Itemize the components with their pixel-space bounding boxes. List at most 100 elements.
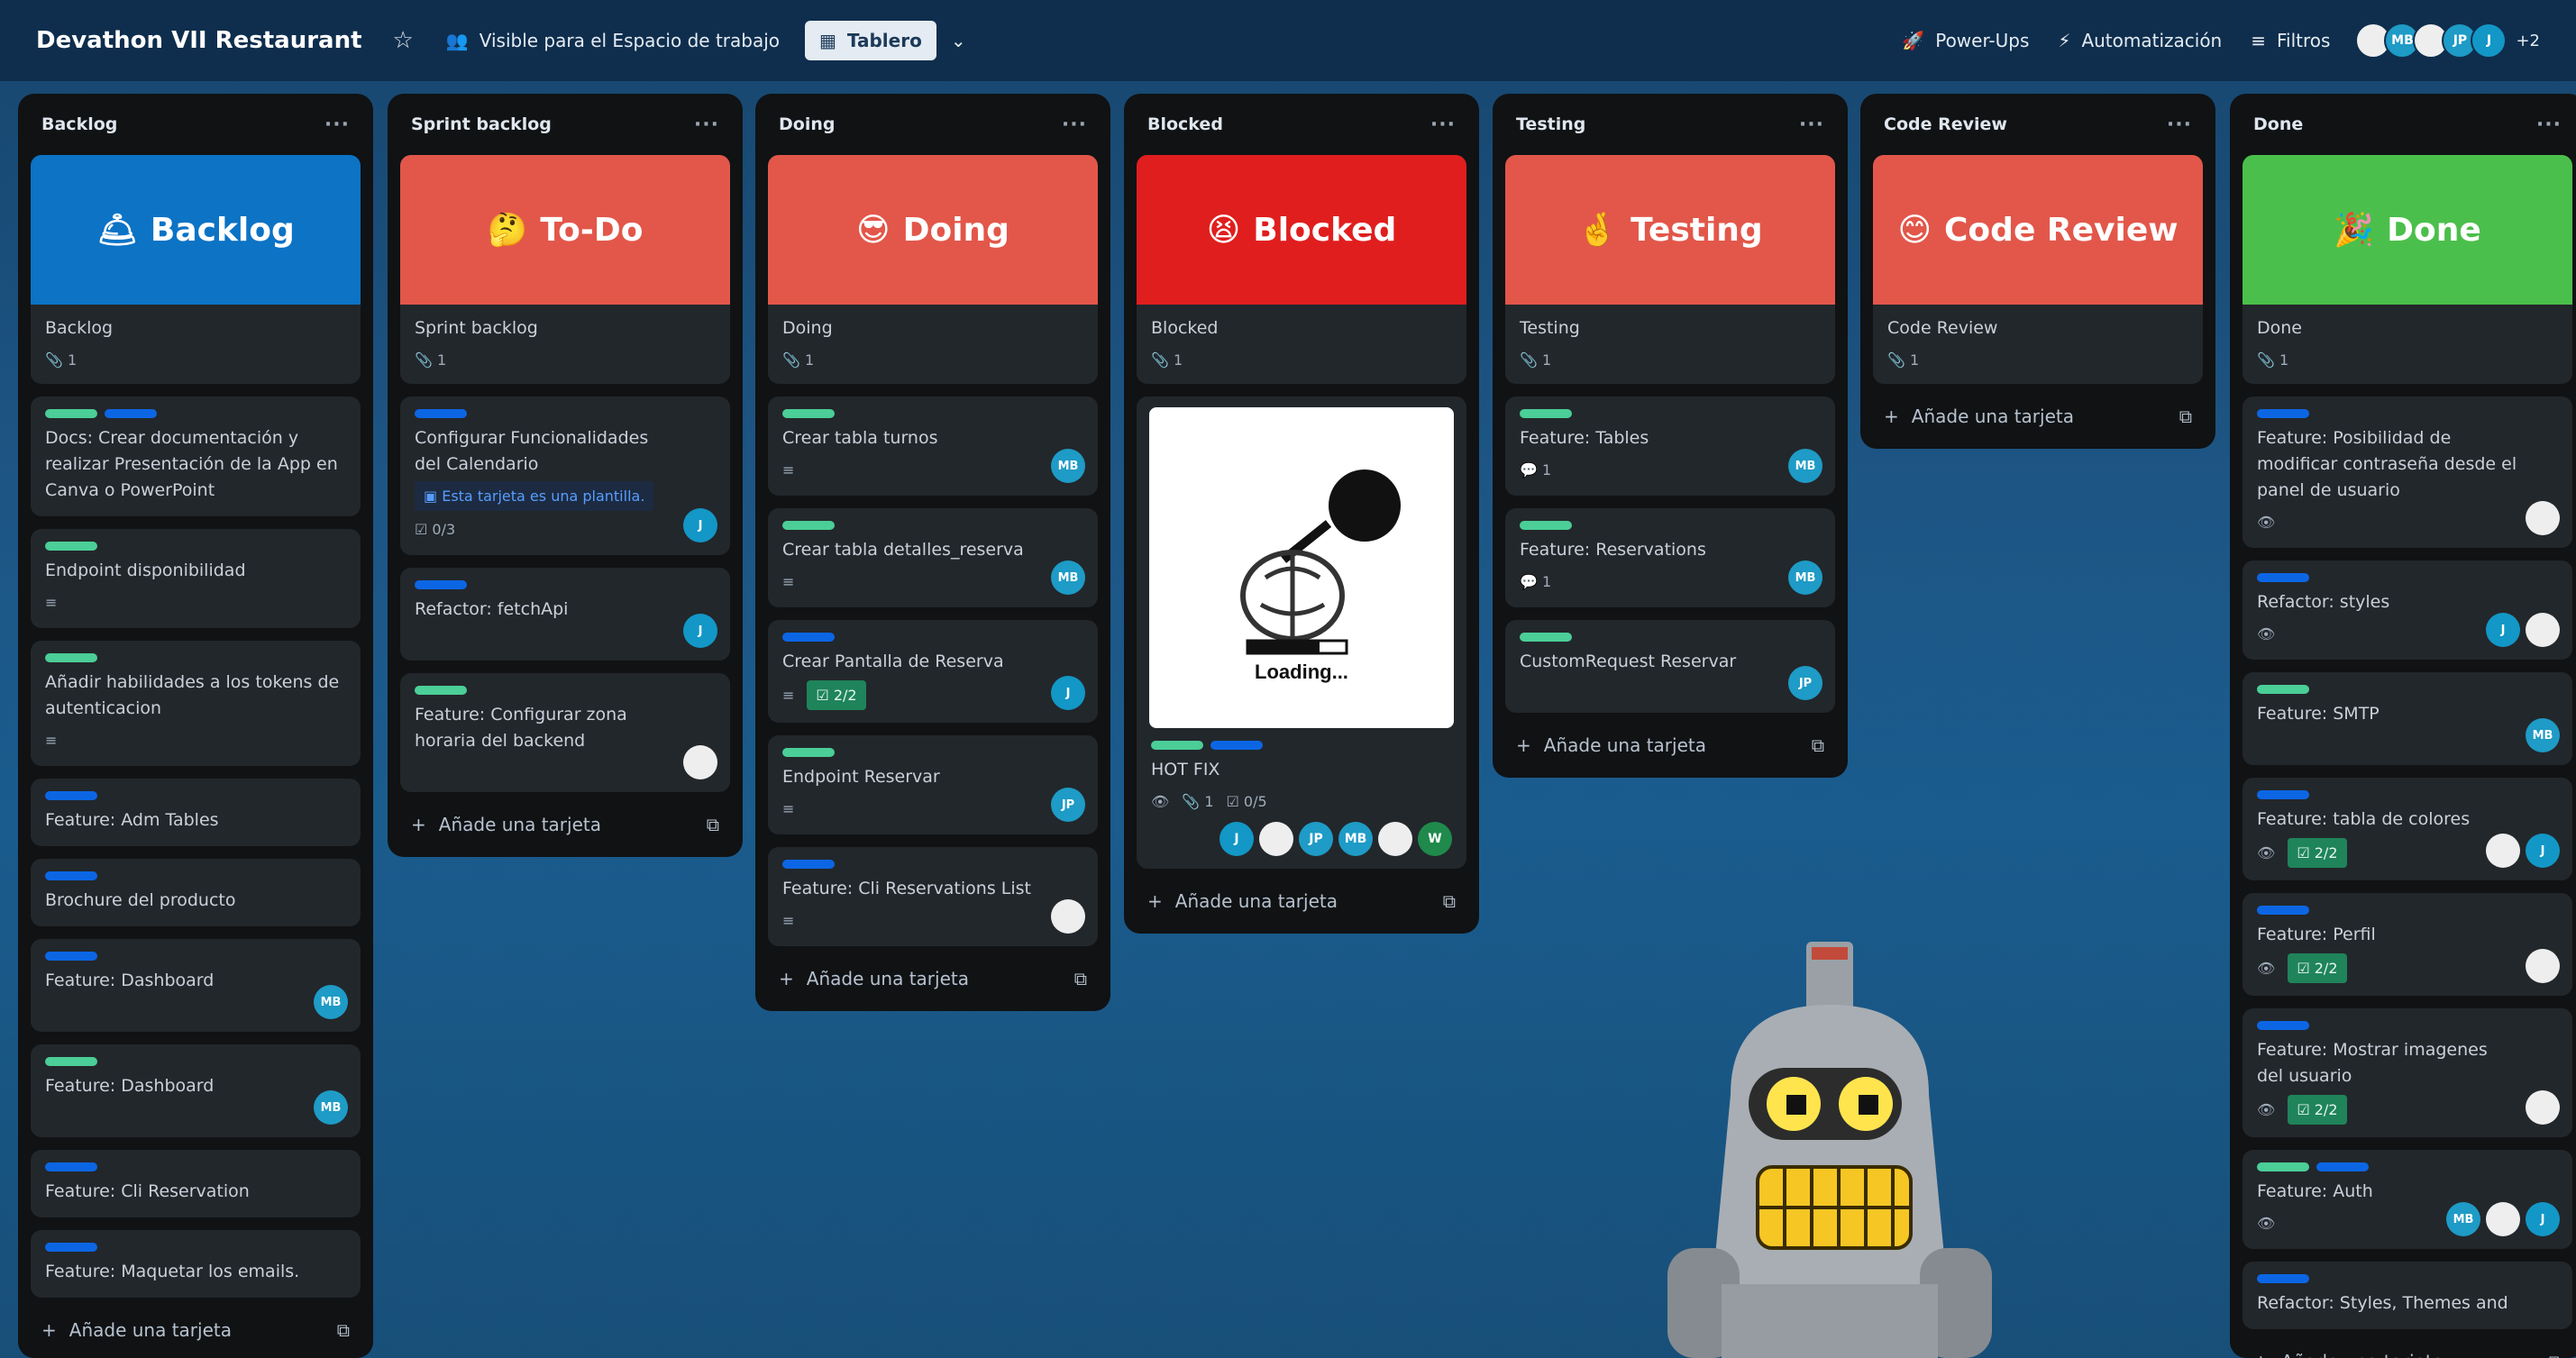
card[interactable]: Feature: tabla de colores 👁 ☑ 2/2 J <box>2243 778 2572 880</box>
label[interactable] <box>1151 741 1203 750</box>
card[interactable]: Crear Pantalla de Reserva ≡ ☑ 2/2 J <box>768 620 1098 723</box>
cover-card[interactable]: 😊 Code Review Code Review 📎 1 <box>1873 155 2203 384</box>
label[interactable] <box>415 409 467 418</box>
avatar[interactable]: J <box>1219 822 1254 856</box>
avatar[interactable]: JP <box>1051 788 1085 822</box>
label[interactable] <box>45 791 97 800</box>
cover-card[interactable]: 🎉 Done Done 📎 1 <box>2243 155 2572 384</box>
avatar[interactable] <box>2486 834 2520 868</box>
avatar[interactable]: MB <box>314 1090 348 1125</box>
label[interactable] <box>415 580 467 589</box>
avatar[interactable]: MB <box>1051 561 1085 595</box>
avatar[interactable]: MB <box>1788 449 1822 483</box>
card[interactable]: Crear tabla detalles_reserva ≡ MB <box>768 508 1098 607</box>
add-card-button[interactable]: + Añade una tarjeta ⧉ <box>1505 725 1835 765</box>
list-title[interactable]: Done <box>2253 114 2303 134</box>
label[interactable] <box>782 633 835 642</box>
visibility-button[interactable]: 👥 Visible para el Espacio de trabajo <box>432 21 794 60</box>
template-icon[interactable]: ⧉ <box>1074 968 1087 989</box>
avatar[interactable]: J <box>2526 1202 2560 1236</box>
cover-card[interactable]: 🤔 To-Do Sprint backlog 📎 1 <box>400 155 730 384</box>
avatar[interactable] <box>1051 899 1085 934</box>
card[interactable]: Feature: Cli Reservation <box>31 1150 361 1217</box>
label[interactable] <box>2257 1274 2309 1283</box>
avatar[interactable]: MB <box>314 985 348 1019</box>
card[interactable]: Feature: Posibilidad de modificar contra… <box>2243 396 2572 548</box>
avatar[interactable]: MB <box>1051 449 1085 483</box>
more-icon[interactable]: ··· <box>324 114 350 136</box>
add-card-button[interactable]: + Añade una tarjeta ⧉ <box>1873 396 2203 436</box>
board-members[interactable]: MB JP J +2 <box>2355 23 2540 59</box>
cover-card[interactable]: 🛎 Backlog Backlog 📎 1 <box>31 155 361 384</box>
add-card-button[interactable]: + Añade una tarjeta ⧉ <box>2243 1342 2572 1358</box>
hotfix-card[interactable]: Loading... HOT FIX 👁 📎 1 ☑ 0/5 J JP MB W <box>1137 396 1466 869</box>
label[interactable] <box>415 686 467 695</box>
label[interactable] <box>1210 741 1263 750</box>
label[interactable] <box>45 1162 97 1171</box>
cover-card[interactable]: 😎 Doing Doing 📎 1 <box>768 155 1098 384</box>
card[interactable]: Feature: Dashboard MB <box>31 939 361 1032</box>
more-icon[interactable]: ··· <box>1430 114 1456 136</box>
template-icon[interactable]: ⧉ <box>2549 1351 2562 1358</box>
card[interactable]: Feature: Cli Reservations List ≡ <box>768 847 1098 946</box>
avatar[interactable]: J <box>1051 676 1085 710</box>
more-icon[interactable]: ··· <box>2167 114 2192 136</box>
automation-button[interactable]: ⚡ Automatización <box>2043 21 2236 60</box>
label[interactable] <box>782 860 835 869</box>
label[interactable] <box>782 409 835 418</box>
label[interactable] <box>45 409 97 418</box>
avatar[interactable]: J <box>2526 834 2560 868</box>
avatar[interactable]: JP <box>1299 822 1333 856</box>
card[interactable]: Refactor: Styles, Themes and <box>2243 1262 2572 1329</box>
avatar[interactable] <box>2526 949 2560 983</box>
more-members[interactable]: +2 <box>2516 32 2540 50</box>
star-icon[interactable]: ☆ <box>393 27 414 54</box>
card[interactable]: Feature: Auth 👁 MB J <box>2243 1150 2572 1249</box>
avatar[interactable]: MB <box>1338 822 1373 856</box>
label[interactable] <box>1520 409 1572 418</box>
label[interactable] <box>2257 906 2309 915</box>
template-icon[interactable]: ⧉ <box>1443 890 1456 912</box>
avatar[interactable] <box>1259 822 1293 856</box>
card[interactable]: Feature: Dashboard MB <box>31 1044 361 1137</box>
list-title[interactable]: Backlog <box>41 114 117 134</box>
avatar[interactable] <box>2486 1202 2520 1236</box>
list-title[interactable]: Sprint backlog <box>411 114 552 134</box>
card[interactable]: Feature: Perfil 👁 ☑ 2/2 <box>2243 893 2572 996</box>
label[interactable] <box>45 952 97 961</box>
label[interactable] <box>2316 1162 2369 1171</box>
cover-card[interactable]: 🤞 Testing Testing 📎 1 <box>1505 155 1835 384</box>
label[interactable] <box>782 521 835 530</box>
powerups-button[interactable]: 🚀 Power-Ups <box>1887 21 2043 60</box>
label[interactable] <box>1520 633 1572 642</box>
card[interactable]: Refactor: fetchApi J <box>400 568 730 661</box>
label[interactable] <box>105 409 157 418</box>
card[interactable]: Crear tabla turnos ≡ MB <box>768 396 1098 496</box>
label[interactable] <box>45 542 97 551</box>
avatar[interactable]: J <box>2471 23 2507 59</box>
label[interactable] <box>2257 1162 2309 1171</box>
list-title[interactable]: Code Review <box>1884 114 2007 134</box>
card[interactable]: Refactor: styles 👁 J <box>2243 561 2572 660</box>
avatar[interactable]: MB <box>1788 561 1822 595</box>
add-card-button[interactable]: + Añade una tarjeta ⧉ <box>31 1310 361 1350</box>
avatar[interactable] <box>683 745 717 779</box>
filters-button[interactable]: ≡ Filtros <box>2236 21 2344 60</box>
avatar[interactable]: J <box>683 614 717 648</box>
view-board-button[interactable]: ▦ Tablero <box>805 21 936 60</box>
add-card-button[interactable]: + Añade una tarjeta ⧉ <box>768 959 1098 998</box>
add-card-button[interactable]: + Añade una tarjeta ⧉ <box>1137 881 1466 921</box>
view-switcher-button[interactable]: ⌄ <box>936 21 981 60</box>
avatar[interactable]: MB <box>2526 718 2560 752</box>
avatar[interactable]: J <box>2486 613 2520 647</box>
card[interactable]: Feature: Maquetar los emails. <box>31 1230 361 1298</box>
card[interactable]: Feature: Reservations 💬 1 MB <box>1505 508 1835 607</box>
label[interactable] <box>45 871 97 880</box>
avatar[interactable]: JP <box>1788 666 1822 700</box>
board-title[interactable]: Devathon VII Restaurant <box>36 27 362 54</box>
card[interactable]: Feature: Tables 💬 1 MB <box>1505 396 1835 496</box>
avatar[interactable]: J <box>683 508 717 542</box>
avatar[interactable] <box>2526 501 2560 535</box>
card[interactable]: Feature: Configurar zona horaria del bac… <box>400 673 730 792</box>
card[interactable]: CustomRequest Reservar JP <box>1505 620 1835 713</box>
